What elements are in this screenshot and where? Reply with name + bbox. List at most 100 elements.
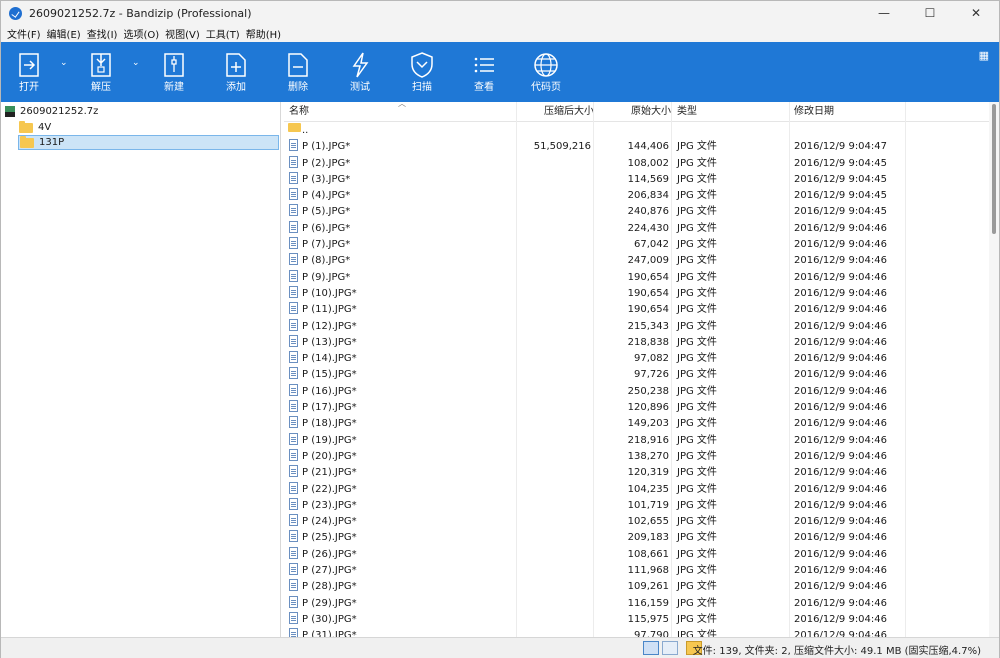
file-original-size: 120,896 <box>627 402 669 414</box>
add-button[interactable]: 添加 <box>213 48 259 98</box>
menu-bar: 文件(F) 编辑(E) 查找(I) 选项(O) 视图(V) 工具(T) 帮助(H… <box>1 25 999 42</box>
table-row[interactable]: P (23).JPG* 101,719 JPG 文件 2016/12/9 9:04:4… <box>284 497 989 514</box>
open-button[interactable]: 打开 <box>6 48 52 98</box>
table-row[interactable]: P (12).JPG* 215,343 JPG 文件 2016/12/9 9:04:4… <box>284 318 989 335</box>
table-row[interactable]: P (4).JPG* 206,834 JPG 文件 2016/12/9 9:04:45 <box>284 188 989 204</box>
open-dropdown-chevron-icon[interactable]: ⌄ <box>60 58 68 68</box>
table-row[interactable]: P (22).JPG* 104,235 JPG 文件 2016/12/9 9:04:4… <box>284 481 989 498</box>
table-row[interactable]: P (26).JPG* 108,661 JPG 文件 2016/12/9 9:04:4… <box>284 546 989 563</box>
table-row[interactable]: P (30).JPG* 115,975 JPG 文件 2016/12/9 9:04:4… <box>284 611 989 628</box>
table-row[interactable]: P (3).JPG* 114,569 JPG 文件 2016/12/9 9:04:45 <box>284 171 989 188</box>
file-original-size: 250,238 <box>627 385 669 397</box>
file-original-size: 97,082 <box>634 353 669 365</box>
table-row[interactable]: P (7).JPG* 67,042 JPG 文件 2016/12/9 9:04:46 <box>284 237 989 253</box>
minimize-button[interactable]: — <box>861 1 907 25</box>
menu-edit[interactable]: 编辑(E) <box>44 26 84 41</box>
file-original-size: 109,261 <box>627 581 669 593</box>
tree-item-folder-4v[interactable]: 4V <box>19 120 139 135</box>
menu-find[interactable]: 查找(I) <box>84 26 121 41</box>
vertical-scrollbar[interactable] <box>989 102 999 637</box>
file-modified: 2016/12/9 9:04:46 <box>794 516 888 528</box>
column-original-size[interactable]: 原始大小 <box>631 102 671 122</box>
table-row[interactable]: P (13).JPG* 218,838 JPG 文件 2016/12/9 9:04:4… <box>284 334 989 351</box>
parent-folder-row[interactable]: .. <box>284 123 989 139</box>
file-modified: 2016/12/9 9:04:46 <box>794 499 888 511</box>
maximize-button[interactable]: ☐ <box>907 1 953 25</box>
jpg-file-icon <box>289 481 298 494</box>
file-name: P (24).JPG* <box>302 516 357 528</box>
file-modified: 2016/12/9 9:04:46 <box>794 418 888 430</box>
file-type: JPG 文件 <box>677 499 717 511</box>
tree-item-archive[interactable]: 2609021252.7z <box>4 104 98 119</box>
file-original-size: 224,430 <box>627 222 669 234</box>
tree-item-folder-131p[interactable]: 131P <box>18 135 279 150</box>
extract-button[interactable]: 解压 <box>78 48 124 98</box>
status-text: 文件: 139, 文件夹: 2, 压缩文件大小: 49.1 MB (固实压缩,4… <box>692 646 981 657</box>
column-type[interactable]: 类型 <box>677 102 697 122</box>
table-row[interactable]: P (25).JPG* 209,183 JPG 文件 2016/12/9 9:04:4… <box>284 530 989 546</box>
scan-button[interactable]: 扫描 <box>399 48 445 98</box>
table-row[interactable]: P (31).JPG* 97,790 JPG 文件 2016/12/9 9:04:46 <box>284 628 989 637</box>
jpg-file-icon <box>289 546 298 559</box>
menu-view[interactable]: 视图(V) <box>162 26 203 41</box>
close-button[interactable]: ✕ <box>953 1 999 25</box>
menu-help[interactable]: 帮助(H) <box>243 26 284 41</box>
file-type: JPG 文件 <box>677 255 717 267</box>
table-row[interactable]: P (15).JPG* 97,726 JPG 文件 2016/12/9 9:04:46 <box>284 367 989 383</box>
table-row[interactable]: P (11).JPG* 190,654 JPG 文件 2016/12/9 9:04:4… <box>284 302 989 318</box>
jpg-file-icon <box>289 383 298 396</box>
view-button[interactable]: 查看 <box>461 48 507 98</box>
column-packed-size[interactable]: 压缩后大小 <box>544 102 594 122</box>
column-modified[interactable]: 修改日期 <box>794 102 834 122</box>
file-name: P (21).JPG* <box>302 467 357 479</box>
jpg-file-icon <box>289 220 298 233</box>
table-row[interactable]: P (2).JPG* 108,002 JPG 文件 2016/12/9 9:04:45 <box>284 155 989 172</box>
scrollbar-thumb[interactable] <box>992 104 996 234</box>
file-original-size: 108,002 <box>627 157 669 169</box>
delete-button[interactable]: 删除 <box>275 48 321 98</box>
jpg-file-icon <box>289 204 298 217</box>
table-row[interactable]: P (5).JPG* 240,876 JPG 文件 2016/12/9 9:04:45 <box>284 204 989 220</box>
new-archive-button[interactable]: 新建 <box>151 48 197 98</box>
table-row[interactable]: P (17).JPG* 120,896 JPG 文件 2016/12/9 9:04:4… <box>284 400 989 416</box>
table-row[interactable]: P (19).JPG* 218,916 JPG 文件 2016/12/9 9:04:4… <box>284 432 989 449</box>
table-row[interactable]: P (28).JPG* 109,261 JPG 文件 2016/12/9 9:04:4… <box>284 579 989 595</box>
table-row[interactable]: P (8).JPG* 247,009 JPG 文件 2016/12/9 9:04:46 <box>284 253 989 269</box>
file-name: P (8).JPG* <box>302 255 351 267</box>
table-row[interactable]: P (6).JPG* 224,430 JPG 文件 2016/12/9 9:04:46 <box>284 220 989 237</box>
extract-dropdown-chevron-icon[interactable]: ⌄ <box>132 58 140 68</box>
table-row[interactable]: P (27).JPG* 111,968 JPG 文件 2016/12/9 9:04:4… <box>284 563 989 579</box>
list-icon <box>461 48 507 82</box>
table-row[interactable]: P (14).JPG* 97,082 JPG 文件 2016/12/9 9:04:46 <box>284 351 989 367</box>
table-row[interactable]: P (24).JPG* 102,655 JPG 文件 2016/12/9 9:04:4… <box>284 514 989 530</box>
table-row[interactable]: P (1).JPG* 51,509,216 144,406 JPG 文件 2016/12… <box>284 139 989 155</box>
tree-folder-label: 4V <box>38 122 52 133</box>
file-type: JPG 文件 <box>677 304 717 316</box>
table-row[interactable]: P (10).JPG* 190,654 JPG 文件 2016/12/9 9:04:4… <box>284 285 989 302</box>
table-row[interactable]: P (29).JPG* 116,159 JPG 文件 2016/12/9 9:04:4… <box>284 595 989 612</box>
menu-file[interactable]: 文件(F) <box>4 26 44 41</box>
thumbnail-view-icon[interactable] <box>662 641 678 655</box>
table-row[interactable]: P (16).JPG* 250,238 JPG 文件 2016/12/9 9:04:4… <box>284 383 989 400</box>
file-type: JPG 文件 <box>677 565 717 577</box>
test-button[interactable]: 测试 <box>337 48 383 98</box>
file-modified: 2016/12/9 9:04:46 <box>794 613 888 625</box>
extract-icon <box>78 48 124 82</box>
menu-options[interactable]: 选项(O) <box>120 26 162 41</box>
file-name: P (10).JPG* <box>302 287 357 299</box>
archive-7z-icon <box>4 105 16 118</box>
details-view-icon[interactable] <box>643 641 659 655</box>
lightning-icon <box>337 48 383 82</box>
file-original-size: 104,235 <box>627 483 669 495</box>
file-modified: 2016/12/9 9:04:46 <box>794 239 888 251</box>
column-name[interactable]: 名称 <box>289 102 309 122</box>
file-type: JPG 文件 <box>677 434 717 446</box>
codepage-button[interactable]: 代码页 <box>523 48 569 98</box>
layout-grid-icon[interactable]: ▦ <box>979 49 989 62</box>
menu-tools[interactable]: 工具(T) <box>203 26 243 41</box>
table-row[interactable]: P (21).JPG* 120,319 JPG 文件 2016/12/9 9:04:4… <box>284 465 989 481</box>
table-row[interactable]: P (9).JPG* 190,654 JPG 文件 2016/12/9 9:04:46 <box>284 269 989 286</box>
table-row[interactable]: P (20).JPG* 138,270 JPG 文件 2016/12/9 9:04:4… <box>284 448 989 465</box>
file-name: P (12).JPG* <box>302 320 357 332</box>
table-row[interactable]: P (18).JPG* 149,203 JPG 文件 2016/12/9 9:04:4… <box>284 416 989 432</box>
